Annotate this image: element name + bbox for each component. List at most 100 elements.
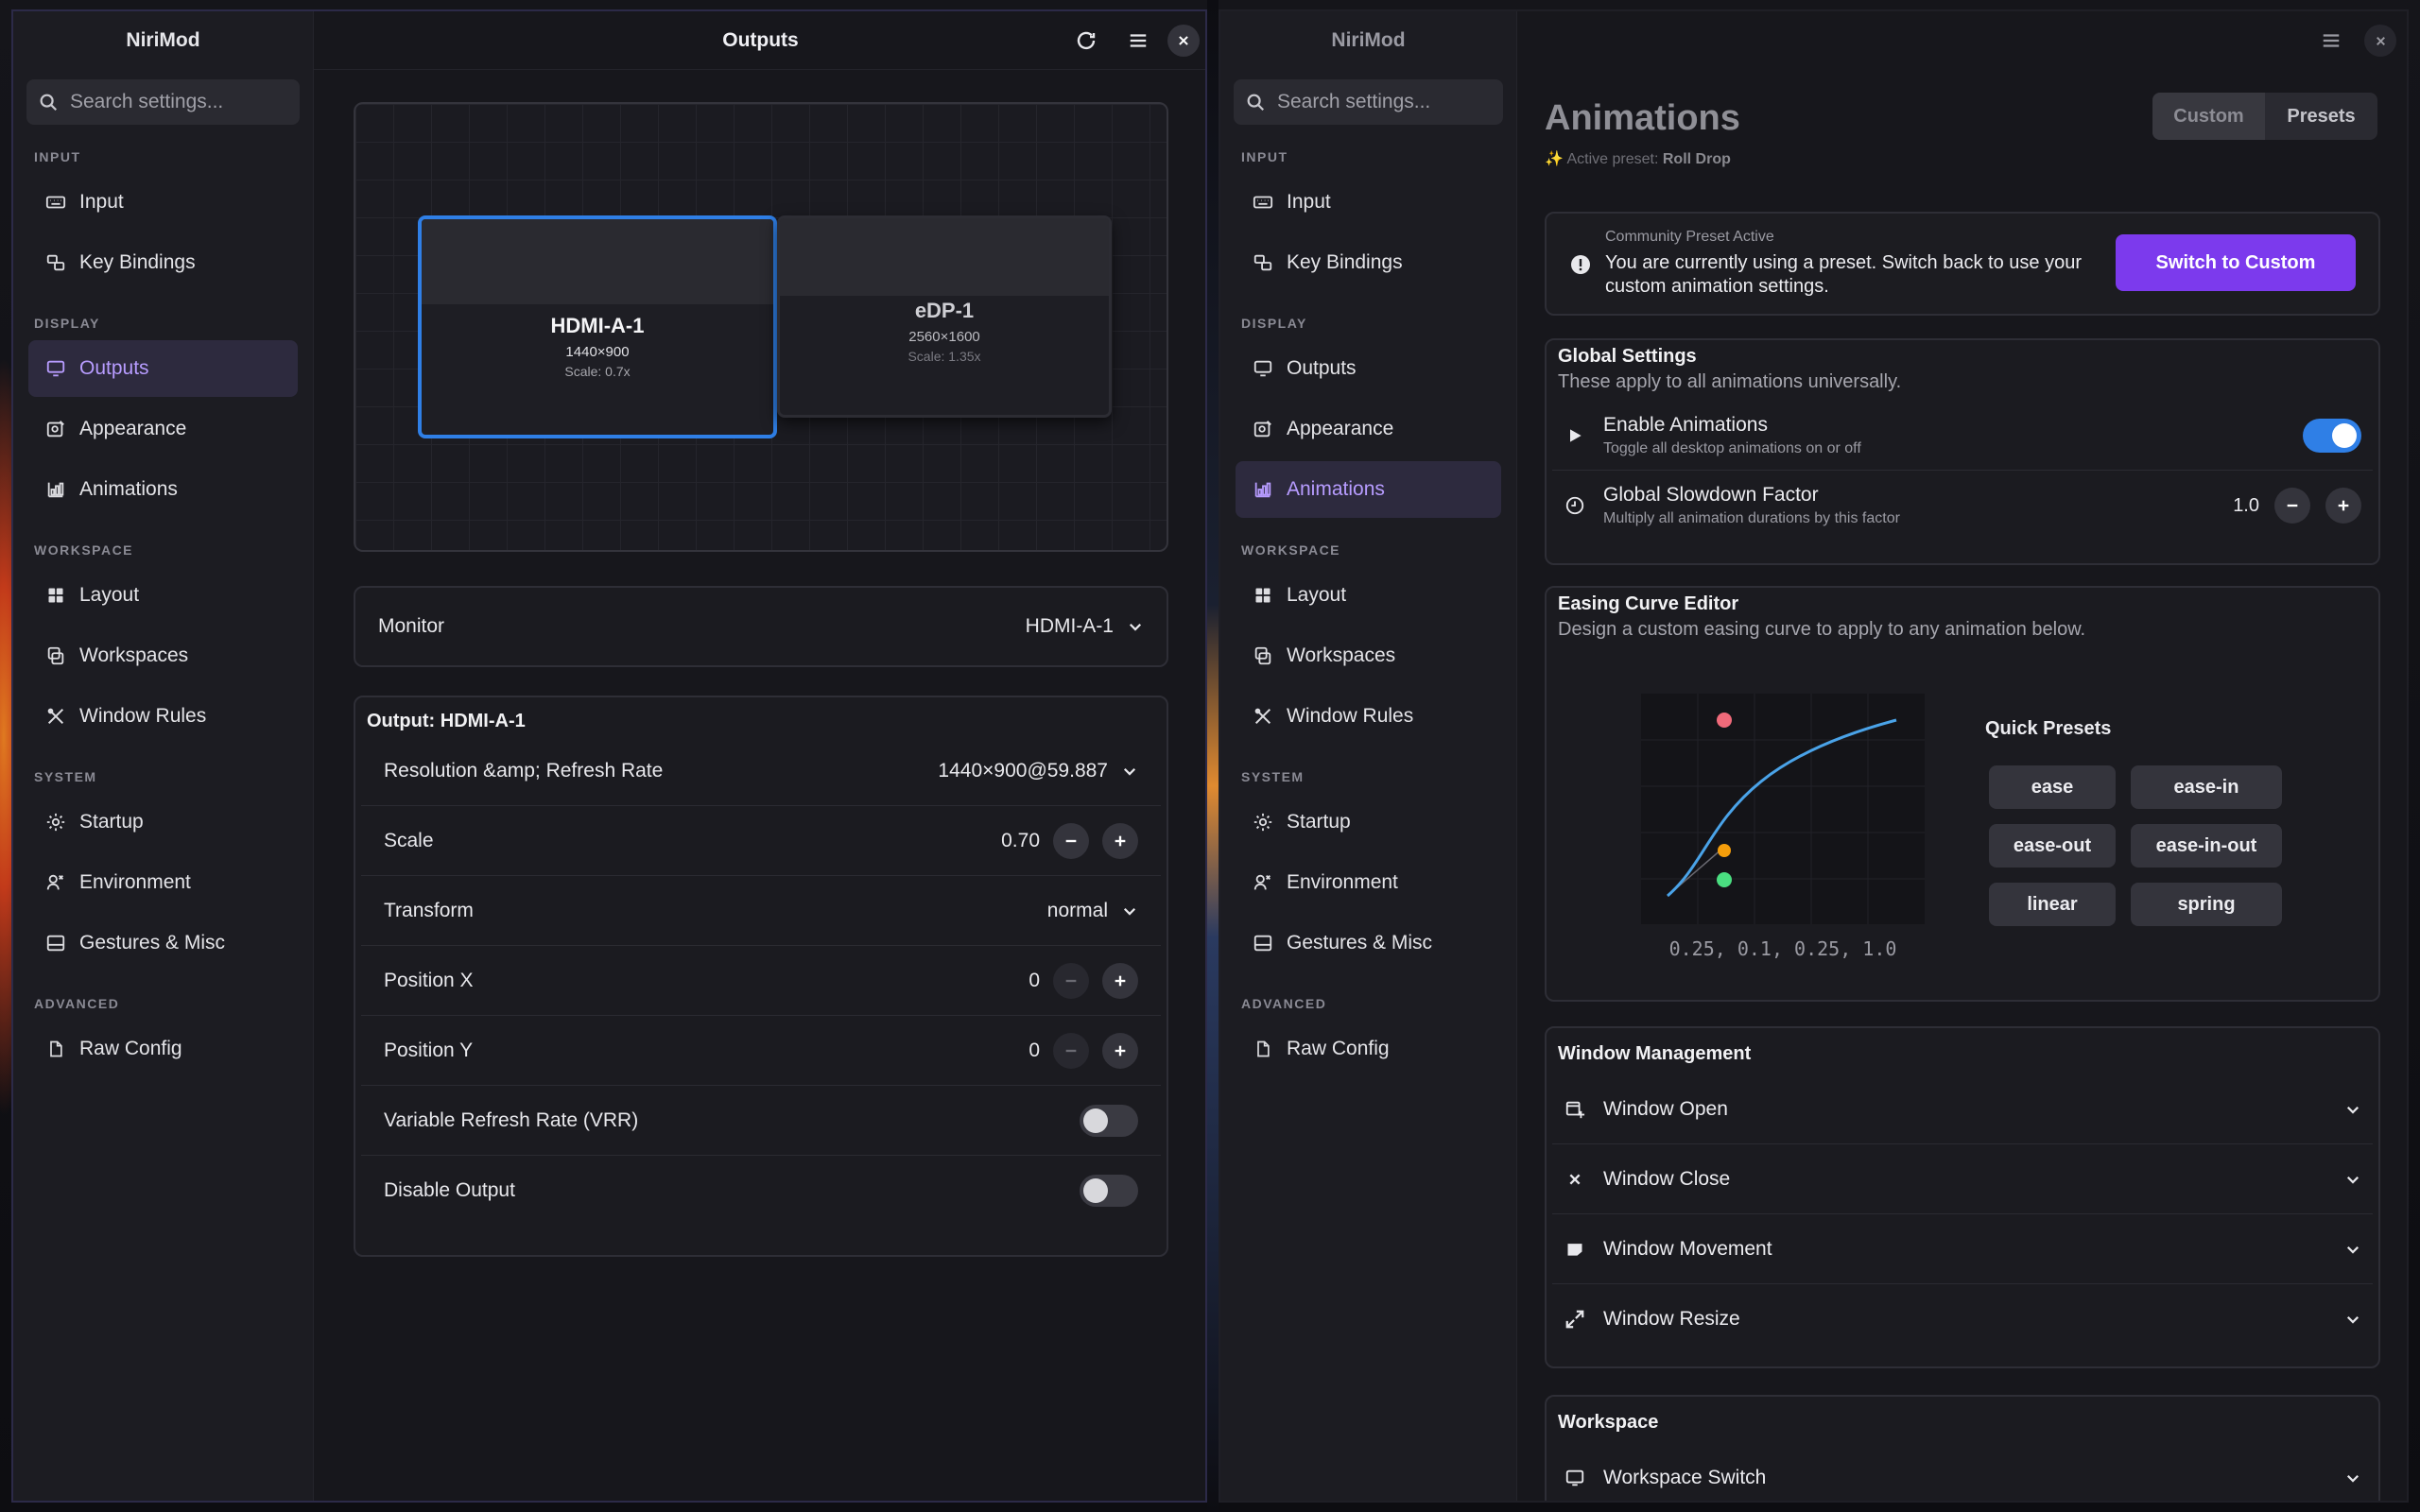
sidebar-item-window-rules[interactable]: Window Rules	[28, 688, 298, 745]
grid-icon	[1253, 585, 1273, 606]
window-open-row[interactable]: Window Open	[1552, 1074, 2373, 1144]
vrr-toggle[interactable]	[1080, 1104, 1138, 1137]
sidebar-item-appearance[interactable]: Appearance	[1236, 401, 1501, 457]
monitor-dropdown[interactable]: HDMI-A-1	[1026, 615, 1144, 638]
resolution-dropdown[interactable]: 1440×900@59.887	[938, 760, 1138, 782]
search-icon	[1247, 94, 1265, 112]
preset-spring-button[interactable]: spring	[2131, 883, 2282, 926]
easing-curve-canvas[interactable]	[1641, 694, 1925, 924]
sidebar-item-label: Animations	[1287, 478, 1385, 500]
mode-tabs: Custom Presets	[2152, 93, 2377, 140]
menu-button[interactable]	[2315, 25, 2347, 57]
monitor-tile-edp[interactable]: eDP-1 2560×1600 Scale: 1.35x	[777, 215, 1112, 418]
disable-output-toggle[interactable]	[1080, 1175, 1138, 1207]
window-close-row[interactable]: Window Close	[1552, 1144, 2373, 1214]
slowdown-desc: Multiply all animation durations by this…	[1603, 510, 1900, 526]
preset-linear-button[interactable]: linear	[1989, 883, 2116, 926]
disable-output-row: Disable Output	[361, 1156, 1161, 1226]
handle-point-start[interactable]	[1718, 844, 1731, 857]
sidebar-item-gestures[interactable]: Gestures & Misc	[1236, 915, 1501, 971]
sidebar-item-label: Environment	[1287, 871, 1398, 893]
sidebar-item-key-bindings[interactable]: Key Bindings	[1236, 234, 1501, 291]
sidebar-item-workspaces[interactable]: Workspaces	[28, 627, 298, 684]
sidebar-item-gestures[interactable]: Gestures & Misc	[28, 915, 298, 971]
transform-dropdown[interactable]: normal	[1047, 900, 1138, 922]
tools-icon	[1253, 706, 1273, 727]
sidebar-item-workspaces[interactable]: Workspaces	[1236, 627, 1501, 684]
handle-point-control-2[interactable]	[1717, 872, 1732, 887]
slowdown-row: Global Slowdown Factor Multiply all anim…	[1552, 471, 2373, 541]
tab-presets[interactable]: Presets	[2265, 93, 2377, 140]
hamburger-icon	[2323, 34, 2340, 47]
section-input: INPUT	[34, 149, 81, 164]
position-y-increment-button[interactable]	[1102, 1032, 1138, 1069]
window-open-label: Window Open	[1603, 1097, 1728, 1120]
section-display: DISPLAY	[1241, 316, 1307, 331]
sidebar-item-outputs[interactable]: Outputs	[1236, 340, 1501, 397]
monitor-select-row[interactable]: Monitor HDMI-A-1	[355, 588, 1167, 665]
sidebar-item-layout[interactable]: Layout	[28, 567, 298, 624]
vrr-label: Variable Refresh Rate (VRR)	[384, 1108, 639, 1131]
animations-window: NiriMod Search settings... INPUT Input K…	[1219, 9, 2409, 1503]
sidebar-item-window-rules[interactable]: Window Rules	[1236, 688, 1501, 745]
switch-to-custom-button[interactable]: Switch to Custom	[2116, 234, 2356, 291]
window-movement-row[interactable]: Window Movement	[1552, 1214, 2373, 1284]
chevron-down-icon	[1129, 623, 1142, 631]
animations-icon	[45, 479, 66, 500]
position-y-decrement-button[interactable]	[1053, 1032, 1089, 1069]
window-open-icon	[1564, 1099, 1586, 1120]
preset-banner: Community Preset Active You are currentl…	[1545, 212, 2380, 316]
close-button[interactable]	[1167, 24, 1200, 57]
sidebar-item-label: Window Rules	[79, 705, 207, 727]
monitor-select-card: Monitor HDMI-A-1	[354, 586, 1168, 667]
gestures-icon	[1253, 933, 1273, 954]
slowdown-decrement-button[interactable]	[2274, 488, 2310, 524]
sidebar-item-input[interactable]: Input	[1236, 174, 1501, 231]
position-x-increment-button[interactable]	[1102, 962, 1138, 999]
sidebar-item-animations[interactable]: Animations	[1236, 461, 1501, 518]
sidebar-item-layout[interactable]: Layout	[1236, 567, 1501, 624]
sidebar-item-animations[interactable]: Animations	[28, 461, 298, 518]
monitor-resolution: 2560×1600	[908, 328, 980, 345]
window-movement-icon	[1564, 1240, 1586, 1259]
refresh-button[interactable]	[1070, 25, 1102, 57]
menu-button[interactable]	[1122, 25, 1154, 57]
preset-ease-in-button[interactable]: ease-in	[2131, 765, 2282, 809]
minus-icon	[1065, 839, 1077, 842]
close-button[interactable]	[2364, 25, 2396, 57]
position-x-value: 0	[1028, 969, 1040, 991]
tab-custom[interactable]: Custom	[2152, 93, 2265, 140]
sidebar-item-environment[interactable]: Environment	[28, 854, 298, 911]
preset-ease-out-button[interactable]: ease-out	[1989, 824, 2116, 868]
sidebar-item-environment[interactable]: Environment	[1236, 854, 1501, 911]
position-x-decrement-button[interactable]	[1053, 962, 1089, 999]
workspace-switch-row[interactable]: Workspace Switch	[1552, 1443, 2373, 1501]
refresh-icon	[1077, 31, 1096, 49]
slowdown-increment-button[interactable]	[2325, 488, 2361, 524]
enable-animations-toggle[interactable]	[2303, 418, 2361, 453]
sidebar-item-appearance[interactable]: Appearance	[28, 401, 298, 457]
monitor-tile-hdmi[interactable]: HDMI-A-1 1440×900 Scale: 0.7x	[418, 215, 777, 438]
sidebar-item-outputs[interactable]: Outputs	[28, 340, 298, 397]
handle-point-control-1[interactable]	[1717, 713, 1732, 728]
sidebar-item-raw-config[interactable]: Raw Config	[1236, 1021, 1501, 1077]
sidebar-item-label: Input	[79, 191, 124, 213]
chevron-down-icon	[2346, 1315, 2360, 1324]
sidebar-item-startup[interactable]: Startup	[1236, 794, 1501, 850]
window-resize-row[interactable]: Window Resize	[1552, 1284, 2373, 1354]
sidebar-item-label: Appearance	[79, 418, 187, 439]
preset-ease-button[interactable]: ease	[1989, 765, 2116, 809]
sidebar-item-raw-config[interactable]: Raw Config	[28, 1021, 298, 1077]
workspaces-icon	[1253, 645, 1273, 666]
transform-row[interactable]: Transform normal	[361, 876, 1161, 946]
search-input[interactable]: Search settings...	[26, 79, 300, 125]
sidebar-item-startup[interactable]: Startup	[28, 794, 298, 850]
preset-ease-in-out-button[interactable]: ease-in-out	[2131, 824, 2282, 868]
plus-icon	[1115, 1045, 1126, 1056]
search-input[interactable]: Search settings...	[1234, 79, 1503, 125]
sidebar-item-key-bindings[interactable]: Key Bindings	[28, 234, 298, 291]
resolution-row[interactable]: Resolution &amp; Refresh Rate 1440×900@5…	[361, 736, 1161, 806]
scale-decrement-button[interactable]	[1053, 822, 1089, 859]
scale-increment-button[interactable]	[1102, 822, 1138, 859]
sidebar-item-input[interactable]: Input	[28, 174, 298, 231]
